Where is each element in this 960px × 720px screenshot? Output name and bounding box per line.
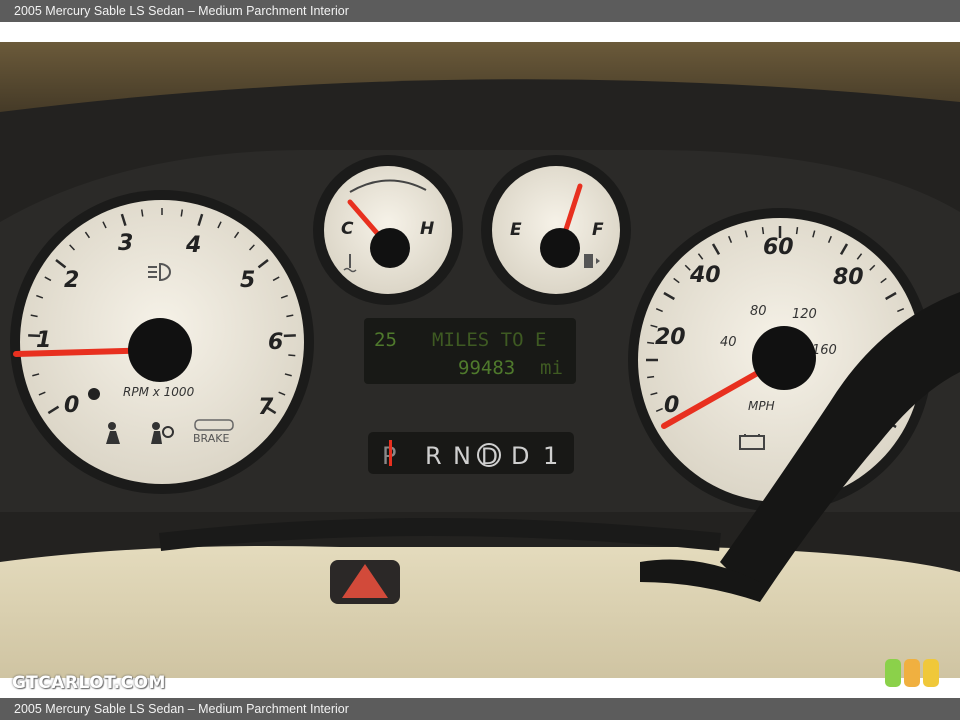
gear-pointer	[389, 440, 392, 466]
dial-tick	[647, 375, 655, 379]
bottom-caption: 2005 Mercury Sable LS Sedan – Medium Par…	[14, 702, 349, 716]
tach-num-4: 4	[185, 233, 201, 258]
tachometer-hub	[128, 318, 192, 382]
kmh-num-80: 80	[750, 304, 767, 319]
lcd-fuel-range: 25	[374, 329, 397, 351]
mph-num-20: 20	[655, 325, 686, 350]
rpm-label: RPM x 1000	[123, 385, 195, 399]
kmh-num-120: 120	[792, 307, 817, 322]
temp-cold-label: C	[341, 219, 354, 239]
tach-num-1: 1	[36, 328, 51, 353]
dial-tick	[647, 341, 655, 345]
green-light-icon	[885, 659, 901, 687]
speedometer-hub	[752, 326, 816, 390]
temp-hot-label: H	[420, 219, 434, 239]
lcd-odometer: 99483	[458, 357, 515, 379]
mph-num-0: 0	[664, 393, 679, 418]
yellow-light-icon	[923, 659, 939, 687]
tach-num-5: 5	[240, 268, 255, 293]
fuel-gauge: E F	[481, 155, 631, 305]
brand-lights-icon	[885, 659, 942, 692]
lcd-odometer-unit: mi	[540, 357, 563, 379]
fuel-hub	[540, 228, 580, 268]
dial-tick	[795, 227, 799, 235]
top-caption: 2005 Mercury Sable LS Sedan – Medium Par…	[14, 4, 349, 18]
top-caption-bar: 2005 Mercury Sable LS Sedan – Medium Par…	[0, 0, 960, 22]
dial-tick	[761, 227, 765, 235]
instrument-cluster-photo: 0 1 2 3 4 5 6 7 RPM x 1000 BRAKE C H E F…	[0, 42, 960, 678]
mph-num-60: 60	[763, 235, 794, 260]
dial-tick	[283, 334, 296, 338]
bottom-caption-bar: 2005 Mercury Sable LS Sedan – Medium Par…	[0, 698, 960, 720]
mph-num-80: 80	[833, 265, 864, 290]
orange-light-icon	[904, 659, 920, 687]
dial-tick	[180, 209, 184, 217]
temperature-gauge: C H	[313, 155, 463, 305]
tach-num-7: 7	[258, 395, 274, 420]
fuel-empty-label: E	[510, 220, 522, 240]
dash-trim	[0, 546, 960, 678]
temperature-hub	[370, 228, 410, 268]
oil-indicator-icon	[88, 388, 100, 400]
fuel-full-label: F	[592, 220, 604, 240]
gear-1: 1	[543, 442, 558, 470]
mph-label: MPH	[748, 399, 775, 413]
gear-d: D	[511, 442, 529, 470]
message-center-display: 25 MILES TO E 99483 mi	[364, 318, 576, 384]
tach-num-0: 0	[64, 393, 79, 418]
dial-tick	[288, 354, 296, 357]
gear-indicator: P R N D D 1	[368, 432, 574, 474]
watermark: GTCARLOT.COM	[12, 673, 166, 693]
gear-r: R	[425, 442, 444, 470]
gear-n: N	[453, 442, 471, 470]
gear-od: D	[481, 445, 498, 470]
hazard-button[interactable]	[330, 560, 400, 604]
dial-tick	[140, 209, 144, 217]
tach-num-6: 6	[268, 330, 283, 355]
mph-num-40: 40	[689, 263, 721, 288]
tach-num-2: 2	[64, 268, 79, 293]
kmh-num-40: 40	[720, 335, 737, 350]
tach-num-3: 3	[118, 231, 133, 256]
tachometer: 0 1 2 3 4 5 6 7 RPM x 1000 BRAKE	[10, 190, 314, 494]
lcd-miles-to-empty: MILES TO E	[432, 329, 546, 351]
brake-label: BRAKE	[193, 432, 229, 445]
